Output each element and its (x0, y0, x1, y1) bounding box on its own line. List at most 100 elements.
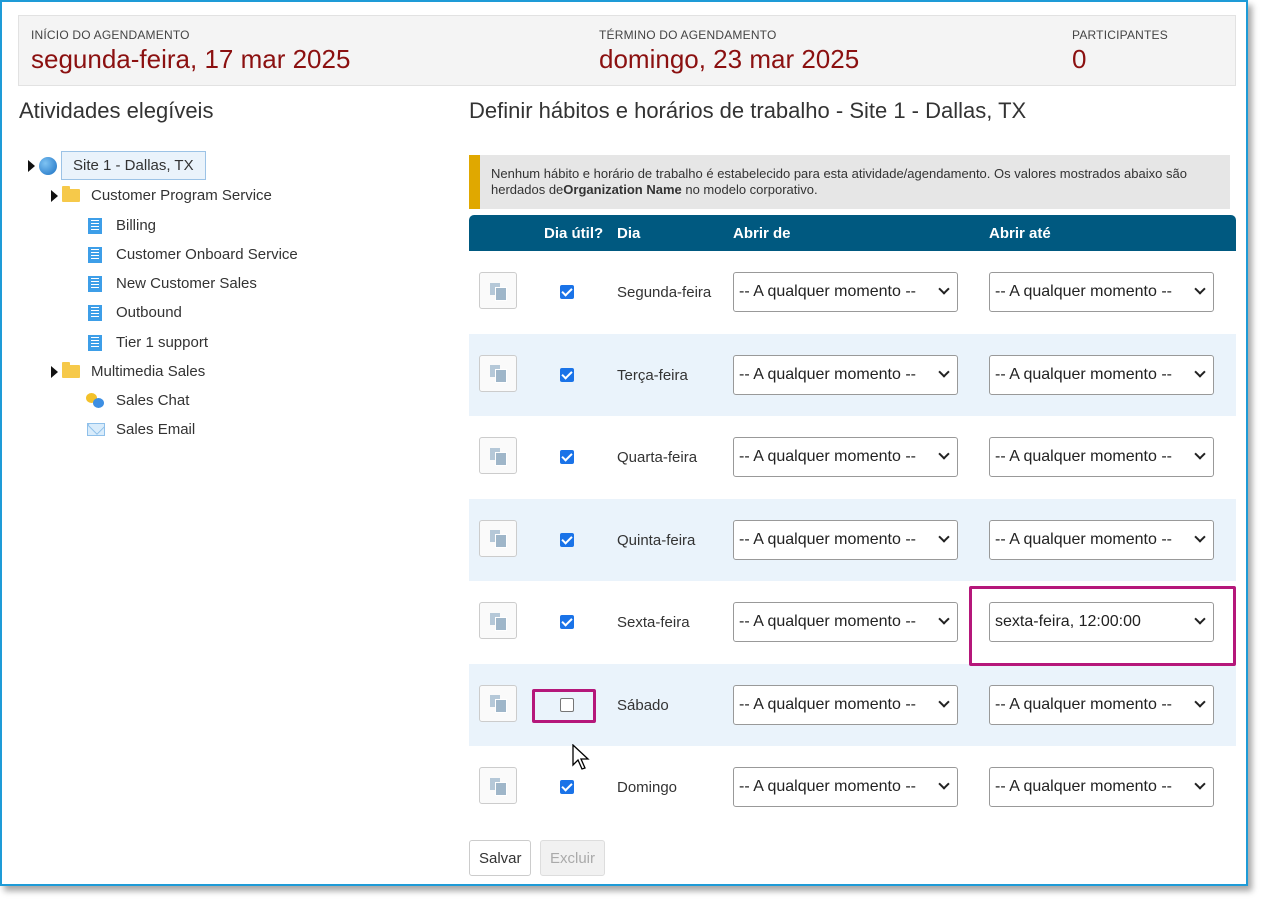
app-window: INÍCIO DO AGENDAMENTO segunda-feira, 17 … (0, 0, 1248, 886)
highlight-friday-until (969, 586, 1236, 666)
workday-checkbox[interactable] (560, 615, 574, 629)
copy-day-button[interactable] (479, 684, 517, 722)
day-label: Sexta-feira (617, 614, 690, 631)
tree-node-multimedia-sales[interactable]: Multimedia Sales (51, 362, 205, 380)
participants-summary: PARTICIPANTES 0 (1072, 28, 1168, 75)
expand-caret-icon[interactable] (51, 365, 58, 378)
header-workday: Dia útil? (544, 225, 604, 242)
copy-icon (490, 447, 507, 466)
open-until-select[interactable]: -- A qualquer momento -- (989, 354, 1214, 395)
copy-icon (490, 365, 507, 383)
delete-button[interactable]: Excluir (540, 840, 605, 876)
schedule-summary: INÍCIO DO AGENDAMENTO segunda-feira, 17 … (18, 15, 1236, 86)
queue-icon (88, 304, 102, 321)
open-until-value: -- A qualquer momento -- (995, 283, 1172, 300)
table-body: Segunda-feira -- A qualquer momento -- -- … (469, 251, 1236, 829)
queue-icon (88, 334, 102, 351)
tree-node-sales-email[interactable]: Sales Email (87, 421, 195, 438)
copy-day-button[interactable] (479, 767, 517, 804)
open-until-value: -- A qualquer momento -- (995, 695, 1172, 713)
workday-checkbox[interactable] (560, 780, 574, 794)
workday-checkbox[interactable] (560, 450, 574, 464)
open-from-value: -- A qualquer momento -- (739, 283, 916, 300)
day-label: Quinta-feira (617, 531, 696, 549)
copy-day-button[interactable] (479, 354, 517, 392)
mouse-cursor-icon (572, 744, 590, 770)
copy-day-button[interactable] (479, 602, 517, 639)
save-button[interactable]: Salvar (469, 840, 531, 876)
work-hours-table: Dia útil? Dia Abrir de Abrir até Segunda… (469, 215, 1236, 829)
open-from-select[interactable]: -- A qualquer momento -- (733, 767, 958, 807)
open-until-select[interactable]: -- A qualquer momento -- (989, 272, 1214, 312)
inheritance-notice: Nenhum hábito e horário de trabalho é es… (469, 155, 1230, 209)
table-row: Quinta-feira -- A qualquer momento -- -- A… (469, 498, 1236, 581)
start-label: INÍCIO DO AGENDAMENTO (31, 28, 190, 42)
tree-node-new-customer-sales[interactable]: New Customer Sales (88, 275, 257, 292)
open-until-select[interactable]: -- A qualquer momento -- (989, 767, 1214, 807)
tree-node-label[interactable]: Customer Program Service (91, 187, 272, 204)
open-from-select[interactable]: -- A qualquer momento -- (733, 354, 958, 395)
open-until-select[interactable]: -- A qualquer momento -- (989, 684, 1214, 725)
panel-title: Definir hábitos e horários de trabalho -… (469, 98, 1027, 123)
tree-node-customer-program-service[interactable]: Customer Program Service (51, 186, 272, 204)
tree-node-label[interactable]: Billing (116, 217, 156, 234)
open-from-select[interactable]: -- A qualquer momento -- (733, 519, 958, 560)
copy-day-button[interactable] (479, 272, 517, 309)
chevron-down-icon (938, 365, 950, 378)
copy-icon (490, 282, 507, 301)
globe-icon (39, 156, 57, 175)
open-from-value: -- A qualquer momento -- (739, 448, 916, 465)
tree-node-outbound[interactable]: Outbound (88, 304, 182, 321)
tree-node-sales-chat[interactable]: Sales Chat (86, 392, 189, 409)
workday-checkbox[interactable] (560, 532, 574, 547)
chevron-down-icon (938, 695, 950, 708)
notice-org-name: Organization Name (563, 182, 682, 197)
tree-node-label[interactable]: New Customer Sales (116, 275, 257, 292)
tree-node-label[interactable]: Outbound (116, 304, 182, 321)
highlight-saturday-checkbox (532, 689, 596, 723)
end-summary: TÉRMINO DO AGENDAMENTO domingo, 23 mar 2… (599, 28, 859, 75)
tree-node-site[interactable]: Site 1 - Dallas, TX (28, 151, 206, 180)
tree-node-label[interactable]: Customer Onboard Service (116, 246, 298, 263)
day-label: Sábado (617, 696, 669, 714)
email-icon (87, 423, 105, 436)
end-value: domingo, 23 mar 2025 (599, 44, 860, 74)
expand-caret-icon[interactable] (51, 189, 58, 202)
workday-checkbox[interactable] (560, 367, 574, 382)
open-until-select[interactable]: -- A qualquer momento -- (989, 519, 1214, 560)
open-from-value: -- A qualquer momento -- (739, 530, 916, 548)
tree-node-label[interactable]: Multimedia Sales (91, 363, 205, 380)
start-summary: INÍCIO DO AGENDAMENTO segunda-feira, 17 … (31, 28, 350, 75)
open-from-select[interactable]: -- A qualquer momento -- (733, 437, 958, 477)
copy-icon (490, 695, 507, 713)
copy-day-button[interactable] (479, 437, 517, 474)
queue-icon (88, 246, 102, 263)
chevron-down-icon (938, 283, 950, 295)
tree-node-customer-onboard-service[interactable]: Customer Onboard Service (88, 246, 298, 263)
workday-checkbox[interactable] (560, 285, 574, 299)
queue-icon (88, 275, 102, 292)
open-from-select[interactable]: -- A qualquer momento -- (733, 602, 958, 642)
open-from-select[interactable]: -- A qualquer momento -- (733, 272, 958, 312)
tree-node-label[interactable]: Sales Chat (116, 392, 189, 409)
table-header: Dia útil? Dia Abrir de Abrir até (469, 215, 1236, 251)
tree-node-label[interactable]: Tier 1 support (116, 334, 208, 351)
folder-icon (62, 186, 80, 202)
chat-icon (86, 392, 106, 409)
folder-icon (62, 362, 80, 378)
table-row: Quarta-feira -- A qualquer momento -- -- A… (469, 416, 1236, 499)
start-value: segunda-feira, 17 mar 2025 (31, 44, 351, 74)
chevron-down-icon (938, 778, 950, 790)
header-open-until: Abrir até (989, 225, 1051, 242)
tree-node-label[interactable]: Sales Email (116, 421, 195, 438)
header-open-from: Abrir de (733, 225, 791, 242)
tree-node-tier-1-support[interactable]: Tier 1 support (88, 334, 208, 351)
open-until-select[interactable]: -- A qualquer momento -- (989, 437, 1214, 477)
tree-node-billing[interactable]: Billing (88, 217, 156, 234)
tree-node-site-label[interactable]: Site 1 - Dallas, TX (61, 151, 206, 180)
copy-day-button[interactable] (479, 519, 517, 557)
day-label: Domingo (617, 779, 678, 796)
open-from-value: -- A qualquer momento -- (739, 365, 916, 383)
open-from-select[interactable]: -- A qualquer momento -- (733, 684, 958, 725)
expand-caret-icon[interactable] (28, 159, 35, 172)
